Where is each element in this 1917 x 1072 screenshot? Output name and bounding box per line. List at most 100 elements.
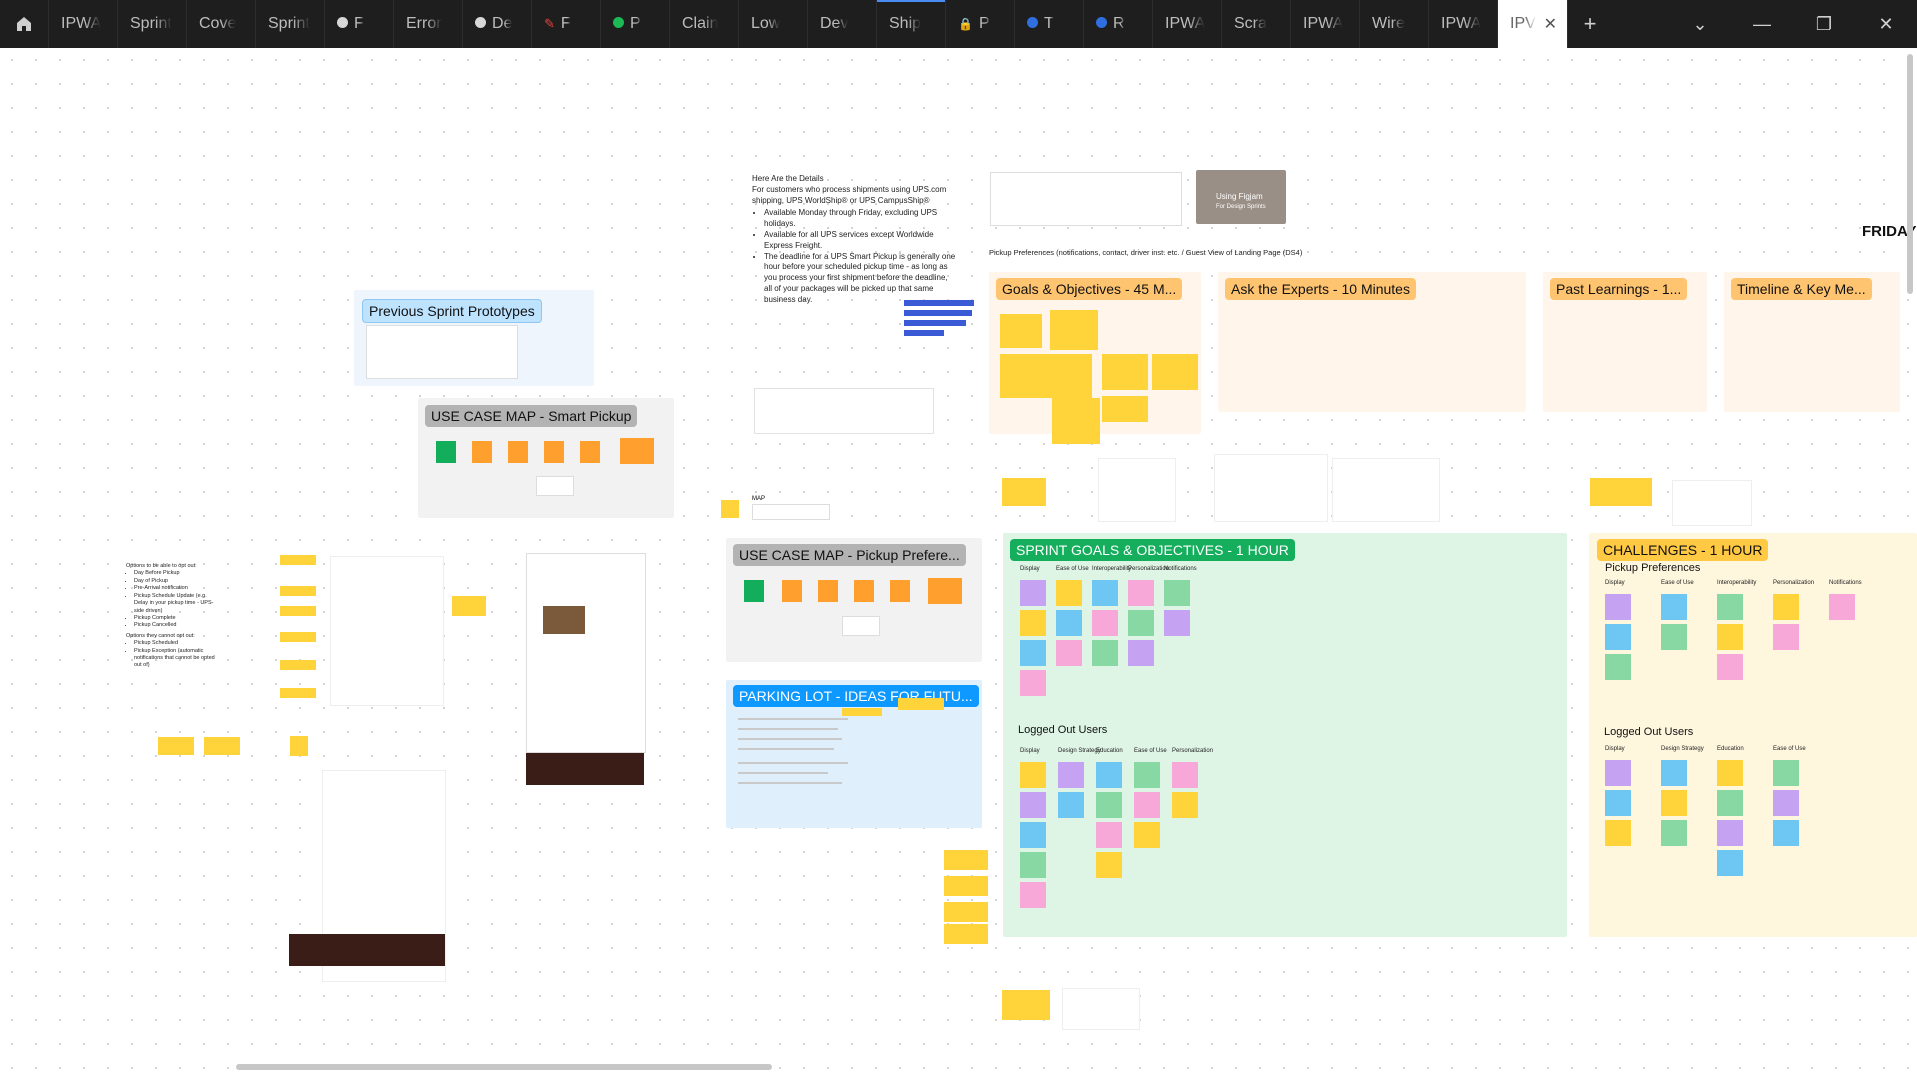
tab[interactable]: IPWA xyxy=(1153,0,1222,48)
sticky-note[interactable] xyxy=(1092,640,1118,666)
tab[interactable]: Dev xyxy=(808,0,877,48)
section-title[interactable]: Ask the Experts - 10 Minutes xyxy=(1225,278,1416,300)
sticky-note[interactable] xyxy=(1020,762,1046,788)
sticky-note[interactable] xyxy=(1773,790,1799,816)
sticky-note[interactable] xyxy=(1096,822,1122,848)
section-title[interactable]: CHALLENGES - 1 HOUR xyxy=(1597,539,1769,561)
home-button[interactable] xyxy=(0,0,49,48)
sticky-note[interactable] xyxy=(1164,580,1190,606)
sticky-note[interactable] xyxy=(280,688,316,698)
sticky-note[interactable] xyxy=(1134,762,1160,788)
sticky-note[interactable] xyxy=(1773,760,1799,786)
sticky-note[interactable] xyxy=(1717,760,1743,786)
sticky-note[interactable] xyxy=(1605,624,1631,650)
sticky-note[interactable] xyxy=(1058,762,1084,788)
mini-bar-chart[interactable] xyxy=(868,298,980,338)
sticky-note[interactable] xyxy=(1661,624,1687,650)
sticky-note[interactable] xyxy=(1661,790,1687,816)
sticky-note[interactable] xyxy=(1020,640,1046,666)
sticky-note[interactable] xyxy=(1590,478,1652,506)
tab[interactable]: 🔒 P xyxy=(946,0,1015,48)
section-title[interactable]: SPRINT GOALS & OBJECTIVES - 1 HOUR xyxy=(1010,539,1295,561)
sticky-note[interactable] xyxy=(1661,760,1687,786)
section-title[interactable]: Timeline & Key Me... xyxy=(1731,278,1872,300)
tab[interactable]: Low xyxy=(739,0,808,48)
sticky-note[interactable] xyxy=(818,580,838,602)
flow-box[interactable] xyxy=(536,476,574,496)
tab[interactable]: Clain xyxy=(670,0,739,48)
tab[interactable]: Ship xyxy=(877,0,946,48)
sticky-note[interactable] xyxy=(1058,792,1084,818)
sticky-note[interactable] xyxy=(944,902,988,922)
sticky-note[interactable] xyxy=(1717,594,1743,620)
section-title[interactable]: Previous Sprint Prototypes xyxy=(362,299,542,323)
notes-doc[interactable] xyxy=(1672,480,1752,526)
sticky-note[interactable] xyxy=(1092,580,1118,606)
tab[interactable]: F xyxy=(325,0,394,48)
opt-out-block[interactable]: Options to be able to opt out: Day Befor… xyxy=(126,563,216,670)
sticky-note[interactable] xyxy=(1096,792,1122,818)
sticky-note[interactable] xyxy=(1773,820,1799,846)
sticky-note[interactable] xyxy=(1134,792,1160,818)
sticky-note[interactable] xyxy=(1020,822,1046,848)
sticky-note[interactable] xyxy=(1096,852,1122,878)
sticky-note[interactable] xyxy=(1717,820,1743,846)
sticky-note[interactable] xyxy=(1020,792,1046,818)
sticky-note[interactable] xyxy=(1605,654,1631,680)
tab[interactable]: T xyxy=(1015,0,1084,48)
tab[interactable]: Wire xyxy=(1360,0,1429,48)
sticky-note[interactable] xyxy=(436,441,456,463)
sticky-note[interactable] xyxy=(1052,398,1100,444)
notes-doc[interactable] xyxy=(1214,454,1328,522)
sticky-note[interactable] xyxy=(1661,820,1687,846)
sticky-note[interactable] xyxy=(1661,594,1687,620)
notes-doc[interactable] xyxy=(1098,458,1176,522)
tab[interactable]: ✎ F xyxy=(532,0,601,48)
tab-dropdown-button[interactable]: ⌄ xyxy=(1669,0,1731,48)
section-title[interactable]: Goals & Objectives - 45 M... xyxy=(996,278,1183,300)
figjam-canvas[interactable]: Here Are the Details For customers who p… xyxy=(0,48,1917,1072)
wireframe-page[interactable] xyxy=(526,553,646,753)
notes-doc[interactable] xyxy=(1062,988,1140,1030)
sticky-note[interactable] xyxy=(1172,792,1198,818)
sticky-note[interactable] xyxy=(782,580,802,602)
sticky-note[interactable] xyxy=(1605,820,1631,846)
sticky-note[interactable] xyxy=(472,441,492,463)
tab[interactable]: Error xyxy=(394,0,463,48)
sticky-note[interactable] xyxy=(452,596,486,616)
tab[interactable]: P xyxy=(601,0,670,48)
sticky-note[interactable] xyxy=(1773,624,1799,650)
sticky-note[interactable] xyxy=(290,736,308,756)
sticky-note[interactable] xyxy=(620,438,654,464)
sticky-note[interactable] xyxy=(1134,822,1160,848)
tab[interactable]: IPV ✕ xyxy=(1498,0,1568,48)
sticky-note[interactable] xyxy=(1020,882,1046,908)
details-text-block[interactable]: Here Are the Details For customers who p… xyxy=(752,174,957,306)
mini-table[interactable] xyxy=(754,388,934,434)
sticky-note[interactable] xyxy=(1096,762,1122,788)
sticky-note[interactable] xyxy=(1717,790,1743,816)
sticky-note[interactable] xyxy=(508,441,528,463)
sticky-note[interactable] xyxy=(1000,354,1092,398)
sticky-note[interactable] xyxy=(1020,852,1046,878)
sticky-note[interactable] xyxy=(1092,610,1118,636)
wireframe-form[interactable] xyxy=(330,556,444,706)
section-title[interactable]: Past Learnings - 1... xyxy=(1550,278,1688,300)
section-title[interactable]: USE CASE MAP - Pickup Prefere... xyxy=(733,544,966,566)
sticky-note[interactable] xyxy=(1002,478,1046,506)
sticky-note[interactable] xyxy=(280,660,316,670)
sticky-note[interactable] xyxy=(280,606,316,616)
sticky-note[interactable] xyxy=(1000,314,1042,348)
tab[interactable]: R xyxy=(1084,0,1153,48)
tab[interactable]: Sprint xyxy=(256,0,325,48)
sticky-note[interactable] xyxy=(1020,580,1046,606)
tab[interactable]: Scra xyxy=(1222,0,1291,48)
sticky-note[interactable] xyxy=(544,441,564,463)
sticky-note[interactable] xyxy=(944,924,988,944)
sticky-note[interactable] xyxy=(744,580,764,602)
parking-lot-notes[interactable] xyxy=(738,710,858,810)
figjam-thumbnail[interactable]: Using Figjam For Design Sprints xyxy=(1196,170,1286,224)
sticky-note[interactable] xyxy=(854,580,874,602)
tab[interactable]: IPWA xyxy=(49,0,118,48)
sticky-note[interactable] xyxy=(158,737,194,755)
